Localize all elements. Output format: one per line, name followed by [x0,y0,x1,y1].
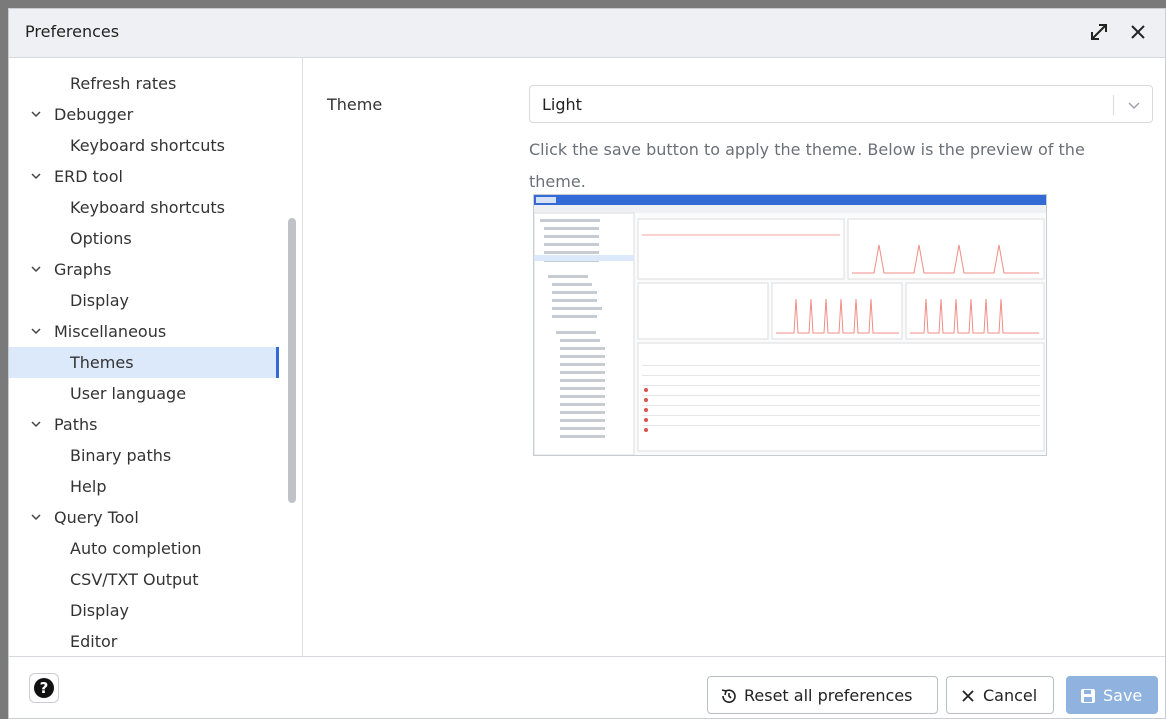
dialog-footer: ? Reset all preferences Cancel Save [9,656,1165,718]
tree-item-label: Display [70,291,129,310]
tree-item-editor[interactable]: Editor [9,626,279,656]
tree-item-label: Keyboard shortcuts [70,136,225,155]
theme-select-value: Light [542,95,582,114]
tree-item-label: ERD tool [54,167,123,186]
chevron-down-icon[interactable] [29,254,43,285]
tree-item-label: Refresh rates [70,74,177,93]
tree-item-label: Query Tool [54,508,139,527]
preferences-tree: Refresh rates Debugger Keyboard shortcuts E… [9,58,303,656]
chevron-down-icon[interactable] [29,161,43,192]
tree-item-options[interactable]: Options [9,223,279,254]
tree-item-label: Auto completion [70,539,202,558]
close-icon [959,687,977,705]
tree-item-label: Keyboard shortcuts [70,198,225,217]
theme-hint: Click the save button to apply the theme… [529,140,1085,191]
chevron-down-icon[interactable] [29,409,43,440]
tree-item-help[interactable]: Help [9,471,279,502]
tree-group-graphs[interactable]: Graphs [9,254,279,285]
help-button[interactable]: ? [29,673,59,703]
tree-item-label: Options [70,229,132,248]
theme-settings-panel: Theme Light Click the save button to app… [303,58,1165,656]
tree-item-label: Themes [70,353,134,372]
theme-select[interactable]: Light [529,85,1153,123]
scrollbar[interactable] [288,218,296,503]
expand-icon[interactable] [1086,19,1112,45]
theme-label: Theme [327,95,383,114]
reset-label: Reset all preferences [744,686,913,705]
tree-item-label: Debugger [54,105,134,124]
tree-item-label: Graphs [54,260,112,279]
help-icon: ? [34,678,54,698]
tree-item-keyboard-shortcuts[interactable]: Keyboard shortcuts [9,192,279,223]
chevron-down-icon [1126,97,1142,113]
chevron-down-icon[interactable] [29,316,43,347]
tree-group-erd-tool[interactable]: ERD tool [9,161,279,192]
dialog-title: Preferences [25,22,120,41]
cancel-button[interactable]: Cancel [946,676,1054,714]
title-bar: Preferences [9,9,1165,58]
tree-item-label: Editor [70,632,118,651]
chevron-down-icon[interactable] [29,502,43,533]
save-button[interactable]: Save [1066,676,1158,714]
tree-item-csv-txt-output[interactable]: CSV/TXT Output [9,564,279,595]
select-divider [1113,95,1114,115]
chevron-down-icon[interactable] [29,99,43,130]
tree-item-label: Binary paths [70,446,172,465]
theme-preview-image [533,194,1047,456]
save-icon [1079,687,1097,705]
reset-all-preferences-button[interactable]: Reset all preferences [707,676,938,714]
tree-group-miscellaneous[interactable]: Miscellaneous [9,316,279,347]
tree-group-debugger[interactable]: Debugger [9,99,279,130]
tree-item-label: CSV/TXT Output [70,570,199,589]
tree-item-keyboard-shortcuts[interactable]: Keyboard shortcuts [9,130,279,161]
tree-item-label: Display [70,601,129,620]
tree-item-binary-paths[interactable]: Binary paths [9,440,279,471]
cancel-label: Cancel [983,686,1038,705]
tree-group-query-tool[interactable]: Query Tool [9,502,279,533]
tree-item-auto-completion[interactable]: Auto completion [9,533,279,564]
tree-item-label: Help [70,477,107,496]
reset-icon [720,687,738,705]
tree-item-label: Paths [54,415,98,434]
preferences-dialog: Preferences Refresh rates Debugger Keyboar… [8,8,1166,719]
save-label: Save [1103,686,1143,705]
tree-item-user-language[interactable]: User language [9,378,279,409]
tree-item-display[interactable]: Display [9,285,279,316]
tree-item-display[interactable]: Display [9,595,279,626]
tree-item-themes[interactable]: Themes [9,347,279,378]
close-icon[interactable] [1125,19,1151,45]
tree-item-label: User language [70,384,187,403]
tree-group-paths[interactable]: Paths [9,409,279,440]
tree-item-label: Miscellaneous [54,322,167,341]
tree-item-refresh-rates[interactable]: Refresh rates [9,68,279,99]
